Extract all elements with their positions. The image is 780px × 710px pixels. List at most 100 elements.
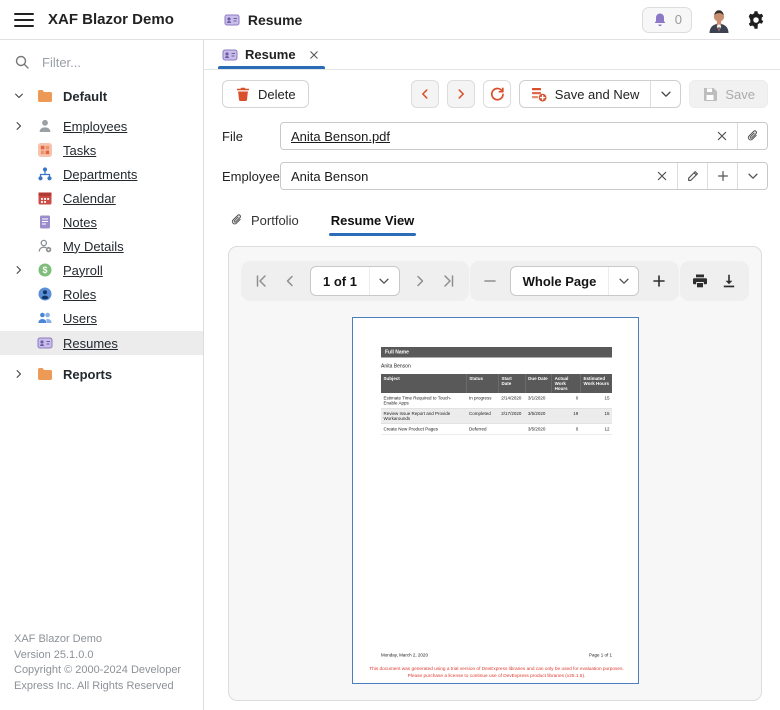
sidebar-item-reports[interactable]: Reports <box>0 362 203 386</box>
doc-task-cell: In progress <box>466 393 498 408</box>
sidebar-item-employees[interactable]: Employees <box>0 114 203 138</box>
search-icon <box>14 54 30 70</box>
sidebar-item-payroll[interactable]: $Payroll <box>0 258 203 282</box>
sidebar-item-calendar[interactable]: Calendar <box>0 186 203 210</box>
chevron-down-icon[interactable] <box>608 267 638 295</box>
sidebar-item-notes[interactable]: Notes <box>0 210 203 234</box>
sidebar-item-resumes[interactable]: Resumes <box>0 331 203 355</box>
doc-task-cell: Review Issue Report and Provide Workarou… <box>381 408 466 424</box>
paperclip-icon <box>230 213 244 227</box>
doc-task-cell: Create New Product Pages <box>381 424 466 435</box>
folder-icon <box>37 366 53 382</box>
save-and-new-dropdown[interactable] <box>650 81 680 107</box>
employee-lookup-input[interactable]: Anita Benson <box>280 162 768 190</box>
pdf-page[interactable]: Full Name Anita Benson SubjectStatusStar… <box>352 317 639 684</box>
tab-resume[interactable]: Resume <box>218 40 325 69</box>
user-avatar[interactable] <box>706 7 732 33</box>
export-group <box>680 261 749 301</box>
my-details-icon <box>37 238 53 254</box>
file-input[interactable]: Anita Benson.pdf <box>280 122 768 150</box>
next-record-button[interactable] <box>447 80 475 108</box>
settings-gear-icon[interactable] <box>746 10 766 30</box>
employee-add-button[interactable] <box>707 163 737 189</box>
sidebar-item-default[interactable]: Default <box>0 84 203 108</box>
chevron-right-icon[interactable] <box>8 368 30 380</box>
employee-clear-button[interactable] <box>647 163 677 189</box>
save-and-new-label: Save and New <box>555 87 640 102</box>
sidebar: Default Employees Tasks Departments Calendar… <box>0 40 204 710</box>
notes-icon <box>37 214 53 230</box>
tab-resume-view[interactable]: Resume View <box>329 212 417 236</box>
file-field-row: File Anita Benson.pdf <box>204 116 780 156</box>
last-page-button[interactable] <box>435 266 463 296</box>
sidebar-item-departments[interactable]: Departments <box>0 162 203 186</box>
save-disk-icon <box>702 86 718 102</box>
chevron-down-icon[interactable] <box>8 90 30 102</box>
doc-task-cell: Deferred <box>466 424 498 435</box>
employee-edit-button[interactable] <box>677 163 707 189</box>
delete-button[interactable]: Delete <box>222 80 309 108</box>
sidebar-item-label: Calendar <box>63 191 116 206</box>
save-and-new-split-button[interactable]: Save and New <box>519 80 682 108</box>
zoom-out-button[interactable] <box>476 266 504 296</box>
zoom-group: Whole Page <box>470 261 680 301</box>
chevron-left-icon <box>418 87 432 101</box>
doc-table-header-row: SubjectStatusStart DateDue DateActual Wo… <box>381 374 612 393</box>
chevron-right-icon[interactable] <box>8 120 30 132</box>
save-and-new-icon <box>531 86 547 102</box>
hamburger-menu-icon[interactable] <box>14 13 34 27</box>
chevron-down-icon[interactable] <box>369 267 399 295</box>
bell-icon <box>652 12 668 28</box>
file-attach-button[interactable] <box>737 123 767 149</box>
sidebar-item-tasks[interactable]: Tasks <box>0 138 203 162</box>
first-page-button[interactable] <box>247 266 275 296</box>
page-number-select[interactable]: 1 of 1 <box>310 266 400 296</box>
page-header: Resume <box>224 12 302 28</box>
departments-icon <box>37 166 53 182</box>
doc-task-cell: 0 <box>551 393 580 408</box>
toolbar-right-group: Save and New Save <box>411 80 768 108</box>
doc-task-table: SubjectStatusStart DateDue DateActual Wo… <box>381 374 612 435</box>
chevron-right-icon <box>454 87 468 101</box>
save-and-new-button[interactable]: Save and New <box>520 81 651 107</box>
doc-task-cell: 3/5/2020 <box>525 408 552 424</box>
close-icon[interactable] <box>307 48 321 62</box>
doc-task-row: Create New Product PagesDeferred3/5/2020… <box>381 424 612 435</box>
save-button[interactable]: Save <box>689 80 768 108</box>
sidebar-item-users[interactable]: Users <box>0 306 203 330</box>
sidebar-item-roles[interactable]: Roles <box>0 282 203 306</box>
sidebar-item-label: Users <box>63 311 97 326</box>
users-icon <box>37 310 53 326</box>
page-title: Resume <box>248 12 302 28</box>
sidebar-item-label: Employees <box>63 119 127 134</box>
sidebar-item-label: Notes <box>63 215 97 230</box>
doc-column-header: Actual Work Hours <box>551 374 580 393</box>
zoom-level-value: Whole Page <box>511 267 609 295</box>
doc-column-header: Estimated Work Hours <box>580 374 611 393</box>
zoom-in-button[interactable] <box>645 266 673 296</box>
doc-fullname-header: Full Name <box>381 347 612 358</box>
zoom-level-select[interactable]: Whole Page <box>510 266 640 296</box>
trash-icon <box>235 86 251 102</box>
sidebar-item-my-details[interactable]: My Details <box>0 234 203 258</box>
sidebar-item-label: Tasks <box>63 143 96 158</box>
refresh-button[interactable] <box>483 80 511 108</box>
chevron-right-icon[interactable] <box>8 264 30 276</box>
file-clear-button[interactable] <box>707 123 737 149</box>
chevron-down-icon <box>746 169 760 183</box>
filter-input[interactable] <box>40 54 170 71</box>
doc-trial-line1: This document was generated using a tria… <box>366 665 627 672</box>
previous-record-button[interactable] <box>411 80 439 108</box>
print-button[interactable] <box>686 266 714 296</box>
notifications-button[interactable]: 0 <box>642 7 692 33</box>
file-value-link[interactable]: Anita Benson.pdf <box>281 129 707 144</box>
tab-portfolio[interactable]: Portfolio <box>228 212 301 236</box>
refresh-icon <box>489 86 505 102</box>
doc-task-cell <box>498 424 525 435</box>
employee-dropdown-button[interactable] <box>737 163 767 189</box>
download-button[interactable] <box>715 266 743 296</box>
next-page-button[interactable] <box>406 266 434 296</box>
previous-page-button[interactable] <box>276 266 304 296</box>
chevron-down-icon <box>659 87 673 101</box>
file-field-label: File <box>222 129 280 144</box>
